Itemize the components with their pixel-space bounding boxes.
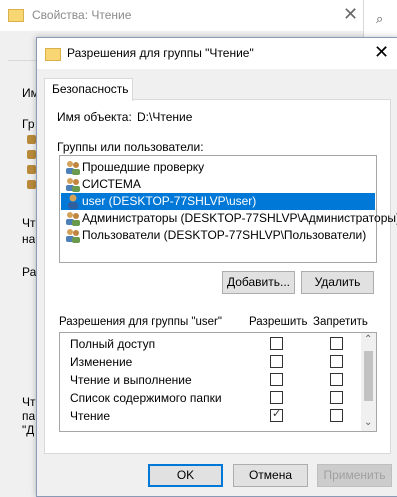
ok-button[interactable]: OK	[148, 464, 223, 487]
deny-checkbox[interactable]	[330, 391, 343, 404]
tab-security[interactable]: Безопасность	[44, 78, 133, 101]
group-icon	[27, 165, 36, 174]
object-name-value: D:\Чтение	[137, 110, 193, 124]
group-item-label: user (DESKTOP-77SHLVP\user)	[82, 194, 257, 208]
permission-name: Список содержимого папки	[70, 391, 222, 405]
apply-button[interactable]: Применить	[317, 464, 392, 487]
dialog-titlebar[interactable]: Разрешения для группы "Чтение" ✕	[37, 38, 397, 69]
table-row: Чтение и выполнение	[60, 372, 360, 389]
list-item[interactable]: Прошедшие проверку	[61, 159, 375, 176]
background-text-fragment: Чт	[22, 216, 36, 230]
deny-checkbox[interactable]	[330, 373, 343, 386]
object-name-label: Имя объекта:	[57, 110, 132, 124]
group-icon	[27, 135, 36, 144]
background-text-fragment: Гр	[22, 117, 35, 131]
list-item[interactable]: Администраторы (DESKTOP-77SHLVP\Админист…	[61, 210, 397, 227]
permission-name: Полный доступ	[70, 337, 156, 351]
background-text-fragment: па	[22, 409, 36, 423]
list-item[interactable]: Пользователи (DESKTOP-77SHLVP\Пользовате…	[61, 227, 375, 244]
close-icon[interactable]: ✕	[343, 4, 358, 25]
table-row: Чтение ✓	[60, 408, 360, 425]
groups-label: Группы или пользователи:	[57, 140, 204, 154]
dialog-title: Разрешения для группы "Чтение"	[67, 46, 254, 60]
cancel-button[interactable]: Отмена	[233, 464, 308, 487]
list-item[interactable]: СИСТЕМА	[61, 176, 375, 193]
deny-checkbox[interactable]	[330, 355, 343, 368]
background-window-title: Свойства: Чтение	[32, 8, 132, 22]
permission-name: Чтение и выполнение	[70, 373, 192, 387]
background-text-fragment: Чт	[22, 395, 36, 409]
table-row: Изменение	[60, 354, 360, 371]
chevron-down-icon[interactable]: ⌄	[364, 417, 372, 428]
checkmark-icon: ✓	[272, 408, 282, 420]
permissions-dialog: Разрешения для группы "Чтение" ✕ Безопас…	[36, 37, 397, 497]
allow-column-header: Разрешить	[249, 316, 308, 328]
group-icon	[27, 180, 36, 189]
user-icon	[68, 194, 78, 209]
groups-list[interactable]: Прошедшие проверку СИСТЕМА user (DESKTOP…	[59, 155, 397, 263]
background-text-fragment: на	[22, 232, 36, 246]
deny-column-header: Запретить	[313, 316, 368, 328]
group-icon	[66, 161, 80, 175]
allow-checkbox[interactable]	[270, 391, 283, 404]
folder-icon	[8, 9, 24, 22]
scrollbar-thumb[interactable]	[364, 351, 373, 401]
permission-name: Изменение	[70, 355, 133, 369]
list-item-selected[interactable]: user (DESKTOP-77SHLVP\user)	[61, 193, 375, 210]
allow-checkbox[interactable]	[270, 373, 283, 386]
search-icon[interactable]: ⌕	[376, 11, 383, 27]
allow-checkbox[interactable]	[270, 355, 283, 368]
permissions-label: Разрешения для группы "user"	[59, 316, 222, 328]
allow-checkbox-checked[interactable]: ✓	[270, 408, 283, 422]
tab-security-label: Безопасность	[52, 82, 129, 96]
permission-name: Чтение	[70, 409, 111, 423]
allow-checkbox[interactable]	[270, 337, 283, 350]
close-icon[interactable]: ✕	[374, 42, 389, 63]
group-item-label: Пользователи (DESKTOP-77SHLVP\Пользовате…	[82, 228, 367, 242]
permissions-scrollbar[interactable]: ⌃ ⌄	[361, 333, 376, 431]
group-item-label: Прошедшие проверку	[82, 160, 205, 174]
group-item-label: Администраторы (DESKTOP-77SHLVP\Админист…	[82, 211, 397, 225]
background-text-fragment: Ра	[22, 265, 37, 279]
permissions-table: Полный доступ Изменение Чтение и выполне…	[59, 332, 377, 432]
table-row: Полный доступ	[60, 336, 360, 353]
table-row: Список содержимого папки	[60, 390, 360, 407]
chevron-up-icon[interactable]: ⌃	[364, 334, 372, 345]
deny-checkbox[interactable]	[330, 337, 343, 350]
remove-button[interactable]: Удалить	[301, 271, 374, 294]
group-icon	[66, 229, 80, 243]
group-item-label: СИСТЕМА	[82, 177, 141, 191]
group-icon	[66, 178, 80, 192]
deny-checkbox[interactable]	[330, 409, 343, 422]
background-text-fragment: "Д	[22, 423, 35, 437]
folder-icon	[45, 48, 61, 61]
add-button[interactable]: Добавить...	[222, 271, 295, 294]
group-icon	[27, 150, 36, 159]
background-titlebar: Свойства: Чтение ✕	[0, 0, 397, 31]
group-icon	[66, 212, 80, 226]
